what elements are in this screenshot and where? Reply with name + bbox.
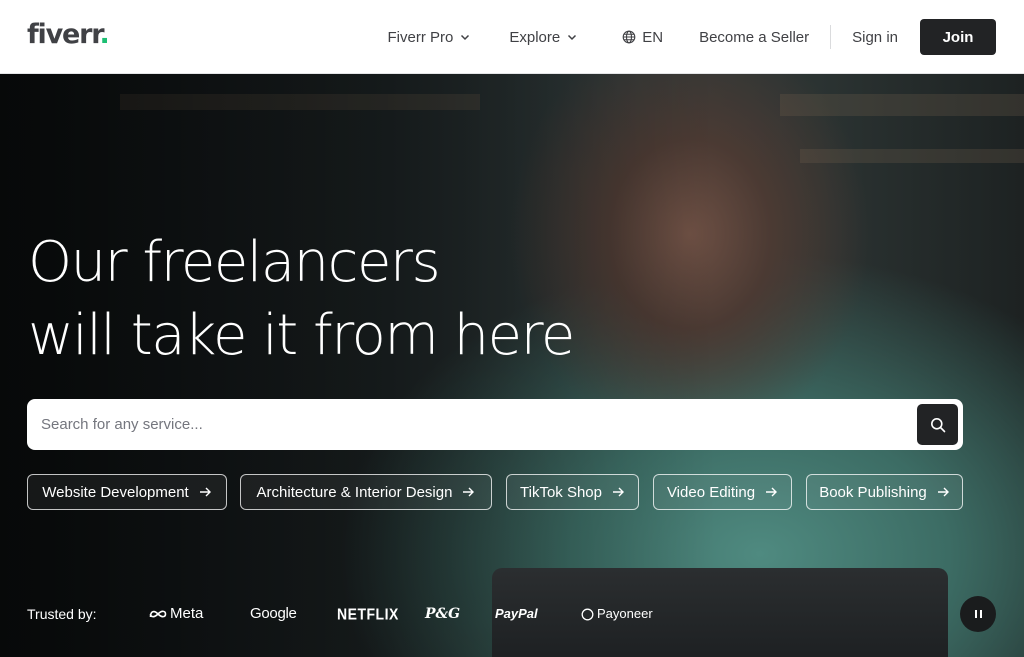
arrow-right-icon [463, 487, 475, 497]
pause-icon [974, 610, 977, 618]
video-pause-button[interactable] [960, 596, 996, 632]
chevron-down-icon [461, 34, 470, 41]
chip-video-editing[interactable]: Video Editing [653, 474, 792, 510]
logo-dot: . [99, 19, 110, 50]
payoneer-logo: Payoneer [581, 604, 653, 624]
chip-label: Book Publishing [819, 483, 927, 501]
nav-divider [830, 25, 832, 49]
payoneer-logo-text: Payoneer [597, 606, 653, 621]
sign-in-link[interactable]: Sign in [852, 29, 898, 46]
fiverr-logo[interactable]: fiverr. [27, 18, 110, 52]
language-selector[interactable]: EN [622, 29, 663, 46]
headline-line-2: will take it from here [28, 303, 575, 368]
meta-logo-text: Meta [170, 605, 204, 622]
hero-section: Our freelancers will take it from here W… [0, 74, 1024, 657]
chip-label: Architecture & Interior Design [256, 483, 453, 501]
hero-headline: Our freelancers will take it from here [28, 226, 575, 372]
chip-book-publishing[interactable]: Book Publishing [806, 474, 963, 510]
chip-tiktok-shop[interactable]: TikTok Shop [506, 474, 639, 510]
arrow-right-icon [937, 487, 949, 497]
arrow-right-icon [612, 487, 624, 497]
language-label: EN [642, 28, 664, 46]
search-input[interactable] [27, 399, 917, 450]
search-bar [27, 399, 963, 450]
chip-label: Video Editing [666, 483, 756, 501]
site-header: fiverr. Fiverr Pro Explore EN Become a S… [0, 0, 1024, 74]
paypal-logo: PayPal [495, 606, 538, 621]
explore-label: Explore [509, 28, 561, 46]
trusted-by-label: Trusted by: [27, 606, 97, 622]
pause-icon [979, 610, 982, 618]
chip-website-development[interactable]: Website Development [27, 474, 227, 510]
fiverr-pro-menu[interactable]: Fiverr Pro [388, 29, 472, 46]
netflix-logo: NETFLIX [337, 605, 399, 623]
chip-architecture-interior-design[interactable]: Architecture & Interior Design [240, 474, 492, 510]
payoneer-circle-icon [581, 608, 594, 620]
pg-logo: P&G [425, 606, 461, 622]
fiverr-pro-label: Fiverr Pro [387, 28, 454, 46]
chip-label: Website Development [42, 483, 189, 501]
meta-infinity-icon [149, 610, 167, 618]
logo-text: fiverr [27, 19, 101, 50]
explore-menu[interactable]: Explore [509, 29, 578, 46]
arrow-right-icon [199, 487, 211, 497]
meta-logo: Meta [149, 604, 203, 624]
search-icon [930, 417, 945, 432]
main-nav: Fiverr Pro Explore EN Become a Seller Si… [388, 19, 996, 55]
globe-icon [622, 30, 636, 44]
search-button[interactable] [917, 404, 958, 445]
chevron-down-icon [568, 34, 577, 41]
become-seller-link[interactable]: Become a Seller [699, 29, 809, 46]
chip-label: TikTok Shop [520, 483, 602, 501]
arrow-right-icon [766, 487, 778, 497]
headline-line-1: Our freelancers [28, 230, 441, 295]
google-logo: Google [250, 605, 297, 622]
join-button[interactable]: Join [920, 19, 996, 55]
laptop-image [492, 568, 948, 657]
